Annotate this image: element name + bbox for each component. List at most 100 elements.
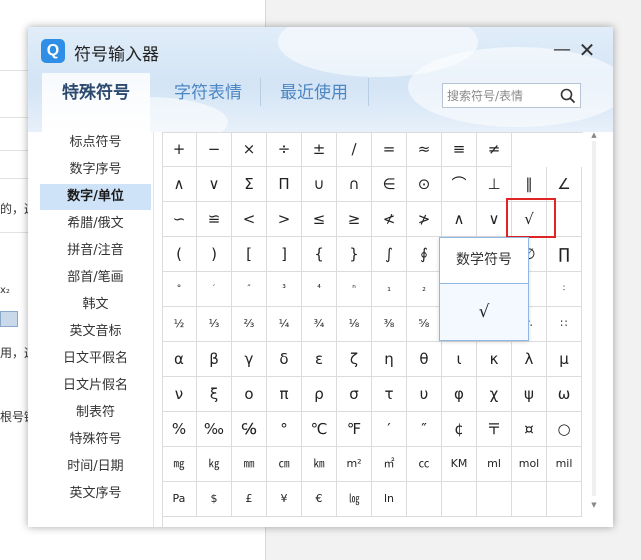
symbol-cell[interactable]: ″ (407, 412, 442, 447)
symbol-cell[interactable] (547, 482, 582, 517)
scroll-track[interactable] (592, 141, 596, 496)
symbol-cell[interactable]: ⊥ (477, 167, 512, 202)
symbol-cell[interactable] (512, 482, 547, 517)
symbol-cell[interactable]: > (267, 202, 302, 237)
symbol-cell[interactable]: ζ (337, 342, 372, 377)
symbol-cell[interactable]: ] (267, 237, 302, 272)
symbol-cell[interactable] (407, 482, 442, 517)
symbol-cell[interactable]: × (232, 132, 267, 167)
symbol-cell[interactable]: ⅝ (407, 307, 442, 342)
symbol-cell[interactable]: $ (197, 482, 232, 517)
symbol-cell[interactable]: ′ (372, 412, 407, 447)
symbol-cell[interactable]: α (162, 342, 197, 377)
symbol-cell[interactable]: ≮ (372, 202, 407, 237)
symbol-cell[interactable]: ∈ (372, 167, 407, 202)
symbol-cell[interactable]: ₁ (372, 272, 407, 307)
symbol-cell[interactable]: γ (232, 342, 267, 377)
symbol-cell[interactable]: ½ (162, 307, 197, 342)
symbol-cell[interactable]: ο (232, 377, 267, 412)
symbol-cell[interactable]: ln (372, 482, 407, 517)
symbol-cell[interactable]: ㏒ (337, 482, 372, 517)
title-bar[interactable]: Q 符号输入器 — ✕ (28, 27, 613, 73)
symbol-cell[interactable]: ∧ (442, 202, 477, 237)
preview-symbol[interactable]: √ (440, 284, 528, 340)
symbol-cell[interactable]: ψ (512, 377, 547, 412)
symbol-cell[interactable]: υ (407, 377, 442, 412)
symbol-cell[interactable]: η (372, 342, 407, 377)
search-icon[interactable] (559, 87, 577, 105)
symbol-cell[interactable]: ξ (197, 377, 232, 412)
scroll-up-arrow-icon[interactable]: ▲ (589, 131, 599, 139)
symbol-cell[interactable]: σ (337, 377, 372, 412)
symbol-cell[interactable] (477, 482, 512, 517)
symbol-cell[interactable]: < (232, 202, 267, 237)
symbol-cell[interactable]: [ (232, 237, 267, 272)
symbol-cell[interactable]: ℃ (302, 412, 337, 447)
symbol-cell[interactable]: ν (162, 377, 197, 412)
symbol-cell[interactable]: ¢ (442, 412, 477, 447)
symbol-cell[interactable]: ㎝ (267, 447, 302, 482)
symbol-cell[interactable]: ⁴ (302, 272, 337, 307)
symbol-cell[interactable]: ≈ (407, 132, 442, 167)
symbol-cell[interactable]: λ (512, 342, 547, 377)
symbol-cell[interactable]: ○ (547, 412, 582, 447)
symbol-cell[interactable]: ° (162, 272, 197, 307)
symbol-cell[interactable]: ∮ (407, 237, 442, 272)
symbol-cell[interactable]: φ (442, 377, 477, 412)
symbol-cell[interactable]: ¤ (512, 412, 547, 447)
symbol-cell[interactable]: m² (337, 447, 372, 482)
symbol-cell[interactable]: Pa (162, 482, 197, 517)
symbol-cell[interactable]: KM (442, 447, 477, 482)
symbol-cell[interactable]: χ (477, 377, 512, 412)
symbol-cell[interactable]: ∩ (337, 167, 372, 202)
symbol-cell[interactable]: ∏ (547, 237, 582, 272)
symbol-cell[interactable] (442, 482, 477, 517)
symbol-cell[interactable]: mol (512, 447, 547, 482)
close-button[interactable]: ✕ (576, 39, 598, 61)
symbol-cell[interactable]: ¥ (267, 482, 302, 517)
symbol-cell[interactable]: ⅔ (232, 307, 267, 342)
symbol-cell[interactable]: ㎜ (232, 447, 267, 482)
symbol-cell[interactable]: ° (267, 412, 302, 447)
symbol-cell[interactable]: ∨ (197, 167, 232, 202)
symbol-cell[interactable]: ∧ (162, 167, 197, 202)
symbol-cell[interactable]: ⅓ (197, 307, 232, 342)
category-item[interactable]: 制表符 (40, 400, 151, 426)
symbol-cell[interactable]: ∫ (372, 237, 407, 272)
symbol-cell[interactable]: ≡ (442, 132, 477, 167)
symbol-cell[interactable]: ₂ (407, 272, 442, 307)
category-item[interactable]: 英文音标 (40, 319, 151, 345)
category-item[interactable]: 数字序号 (40, 157, 151, 183)
symbol-cell[interactable]: Σ (232, 167, 267, 202)
category-item[interactable]: 拼音/注音 (40, 238, 151, 264)
category-item[interactable]: 英文序号 (40, 481, 151, 507)
symbol-cell[interactable]: % (162, 412, 197, 447)
symbol-cell[interactable]: ㎎ (162, 447, 197, 482)
symbol-cell[interactable]: θ (407, 342, 442, 377)
symbol-cell[interactable]: ¾ (302, 307, 337, 342)
symbol-cell[interactable]: β (197, 342, 232, 377)
symbol-cell[interactable]: ³ (267, 272, 302, 307)
symbol-cell[interactable]: ÷ (267, 132, 302, 167)
symbol-cell[interactable]: ≥ (337, 202, 372, 237)
symbol-cell[interactable]: ‰ (197, 412, 232, 447)
symbol-cell[interactable]: + (162, 132, 197, 167)
symbol-cell[interactable]: ㎞ (302, 447, 337, 482)
symbol-cell[interactable]: mil (547, 447, 582, 482)
symbol-cell[interactable]: ⌒ (442, 167, 477, 202)
minimize-button[interactable]: — (551, 39, 573, 61)
symbol-cell[interactable]: 〒 (477, 412, 512, 447)
symbol-cell[interactable]: ± (302, 132, 337, 167)
symbol-cell[interactable]: ∽ (162, 202, 197, 237)
symbol-cell[interactable]: ml (477, 447, 512, 482)
category-item[interactable]: 数字/单位 (40, 184, 151, 210)
category-item[interactable]: 标点符号 (40, 130, 151, 156)
symbol-cell[interactable]: ⅛ (337, 307, 372, 342)
category-item[interactable]: 部首/笔画 (40, 265, 151, 291)
symbol-cell[interactable]: ∠ (547, 167, 582, 202)
tab-special-symbols[interactable]: 特殊符号 (42, 73, 150, 132)
symbol-cell[interactable]: ′ (197, 272, 232, 307)
symbol-cell[interactable]: ι (442, 342, 477, 377)
symbol-cell[interactable]: € (302, 482, 337, 517)
symbol-cell[interactable]: ω (547, 377, 582, 412)
